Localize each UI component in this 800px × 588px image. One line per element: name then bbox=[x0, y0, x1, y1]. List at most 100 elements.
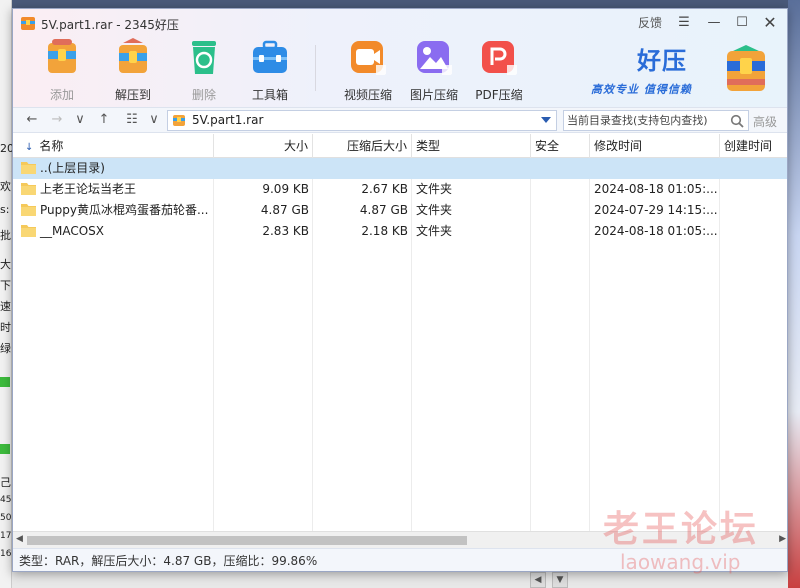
background-text: 50 bbox=[0, 513, 12, 523]
background-desktop bbox=[788, 0, 800, 588]
background-text: 速 bbox=[0, 300, 11, 313]
up-arrow-icon[interactable]: ↑ bbox=[95, 111, 113, 129]
toolbox-button-label: 工具箱 bbox=[251, 88, 288, 102]
row-packed-size: 2.18 KB bbox=[361, 224, 408, 238]
extract-icon bbox=[119, 38, 147, 73]
toolbox-icon bbox=[253, 40, 287, 73]
delete-button-label: 删除 bbox=[191, 88, 216, 102]
column-header-modified[interactable]: 修改时间 bbox=[590, 134, 720, 158]
row-packed-size: 4.87 GB bbox=[359, 203, 408, 217]
row-type: 文件夹 bbox=[416, 203, 453, 217]
column-header-type[interactable]: 类型 bbox=[412, 134, 531, 158]
row-name-cell: Puppy黄瓜冰棍鸡蛋番茄轮番... bbox=[13, 200, 214, 221]
add-button[interactable]: 添加 bbox=[32, 37, 92, 103]
advanced-search-link[interactable]: 高级 bbox=[753, 113, 777, 130]
search-icon[interactable] bbox=[730, 114, 744, 128]
column-header-created[interactable]: 创建时间 bbox=[720, 134, 787, 158]
background-text: 批 bbox=[0, 229, 11, 242]
background-progress-bar bbox=[0, 377, 10, 387]
scrollbar-thumb[interactable] bbox=[27, 536, 467, 545]
video-compress-button[interactable]: 视频压缩 bbox=[338, 37, 398, 103]
brand-slogan: 高效专业 值得信赖 bbox=[591, 83, 692, 96]
menu-icon[interactable]: ☰ bbox=[673, 13, 695, 33]
scroll-left-icon[interactable]: ◀ bbox=[16, 534, 23, 544]
table-row-parent-dir[interactable]: ..(上层目录) bbox=[13, 158, 787, 179]
address-bar: ← → ∨ ↑ ☷ ∨ 5V.part1.rar 高级 bbox=[13, 107, 787, 133]
view-mode-icon[interactable]: ☷ bbox=[123, 111, 141, 129]
add-button-label: 添加 bbox=[49, 88, 74, 102]
background-progress-bar bbox=[0, 444, 10, 454]
pdf-icon bbox=[482, 41, 517, 75]
row-modified: 2024-08-18 01:05:... bbox=[594, 224, 718, 238]
back-arrow-icon[interactable]: ← bbox=[23, 111, 41, 129]
pdf-compress-button[interactable]: PDF压缩 bbox=[469, 37, 529, 103]
sort-arrow-icon: ↓ bbox=[25, 142, 34, 153]
row-size: 4.87 GB bbox=[260, 203, 309, 217]
chevron-left-icon: ◀ bbox=[530, 572, 546, 588]
image-icon bbox=[417, 41, 452, 75]
toolbar-separator bbox=[315, 45, 316, 91]
row-type: 文件夹 bbox=[416, 182, 453, 196]
column-header-row: ↓ 名称 大小 压缩后大小 类型 安全 修改时间 创建时间 bbox=[13, 134, 787, 158]
search-input[interactable] bbox=[567, 112, 727, 129]
extract-to-button[interactable]: 解压到 bbox=[103, 37, 163, 103]
table-row[interactable]: 上老王论坛当老王 9.09 KB 2.67 KB 文件夹 2024-08-18 … bbox=[13, 179, 787, 200]
row-name-cell: ..(上层目录) bbox=[13, 158, 214, 179]
column-header-name-label: 名称 bbox=[39, 139, 64, 153]
background-text: 17 bbox=[0, 531, 12, 541]
column-header-size[interactable]: 大小 bbox=[214, 134, 313, 158]
background-window-edge: 20 欢 s: 批 大 下 速 时 绿 己 45 50 17 16 bbox=[0, 0, 12, 588]
archive-window: 5V.part1.rar - 2345好压 反馈 ☰ — ☐ ✕ 添加 解压到 … bbox=[12, 8, 788, 572]
brand-name: 好压 bbox=[637, 47, 687, 75]
scroll-right-icon[interactable]: ▶ bbox=[779, 534, 786, 544]
close-icon[interactable]: ✕ bbox=[759, 13, 781, 33]
row-name: __MACOSX bbox=[40, 224, 105, 238]
image-compress-button-label: 图片压缩 bbox=[409, 88, 458, 102]
background-text: s: bbox=[0, 203, 10, 216]
extract-to-button-label: 解压到 bbox=[114, 88, 151, 102]
folder-icon bbox=[21, 225, 36, 237]
title-bar[interactable]: 5V.part1.rar - 2345好压 反馈 ☰ — ☐ ✕ bbox=[13, 9, 787, 37]
row-name-cell: __MACOSX bbox=[13, 221, 214, 242]
background-text: 欢 bbox=[0, 180, 11, 193]
minimize-icon[interactable]: — bbox=[703, 13, 725, 33]
background-text: 大 bbox=[0, 258, 11, 271]
row-packed-size: 2.67 KB bbox=[361, 182, 408, 196]
row-name: 上老王论坛当老王 bbox=[40, 182, 137, 196]
row-size: 2.83 KB bbox=[262, 224, 309, 238]
archive-icon bbox=[173, 115, 185, 126]
background-text: 20 bbox=[0, 142, 12, 155]
background-text: 时 bbox=[0, 321, 11, 334]
row-type: 文件夹 bbox=[416, 224, 453, 238]
image-compress-button[interactable]: 图片压缩 bbox=[404, 37, 464, 103]
video-icon bbox=[351, 41, 386, 75]
forward-arrow-icon[interactable]: → bbox=[48, 111, 66, 129]
maximize-icon[interactable]: ☐ bbox=[731, 13, 753, 33]
table-row[interactable]: Puppy黄瓜冰棍鸡蛋番茄轮番... 4.87 GB 4.87 GB 文件夹 2… bbox=[13, 200, 787, 221]
background-text: 己 bbox=[0, 476, 11, 489]
window-title: 5V.part1.rar - 2345好压 bbox=[41, 18, 179, 32]
path-dropdown-icon[interactable] bbox=[541, 117, 551, 123]
table-row[interactable]: __MACOSX 2.83 KB 2.18 KB 文件夹 2024-08-18 … bbox=[13, 221, 787, 242]
column-header-packed-size[interactable]: 压缩后大小 bbox=[313, 134, 412, 158]
brand-area: 好压 高效专业 值得信赖 bbox=[591, 41, 771, 99]
history-chevron-down-icon[interactable]: ∨ bbox=[71, 111, 89, 129]
background-text: 45 bbox=[0, 495, 12, 505]
video-compress-button-label: 视频压缩 bbox=[343, 88, 392, 102]
file-list: ↓ 名称 大小 压缩后大小 类型 安全 修改时间 创建时间 ..(上层目录) 上老… bbox=[13, 134, 787, 531]
column-header-name[interactable]: ↓ 名称 bbox=[13, 134, 214, 158]
feedback-button[interactable]: 反馈 bbox=[635, 13, 665, 33]
row-name: ..(上层目录) bbox=[40, 161, 105, 175]
toolbox-button[interactable]: 工具箱 bbox=[240, 37, 300, 103]
folder-icon bbox=[21, 183, 36, 195]
folder-icon bbox=[21, 162, 36, 174]
path-field[interactable]: 5V.part1.rar bbox=[167, 110, 557, 131]
background-text: 绿 bbox=[0, 342, 11, 355]
row-name: Puppy黄瓜冰棍鸡蛋番茄轮番... bbox=[40, 203, 209, 217]
column-header-security[interactable]: 安全 bbox=[531, 134, 590, 158]
view-mode-chevron-down-icon[interactable]: ∨ bbox=[145, 111, 163, 129]
add-archive-icon bbox=[48, 39, 76, 73]
folder-icon bbox=[21, 204, 36, 216]
background-scrollbar: ◀ ▼ bbox=[12, 572, 788, 588]
delete-button[interactable]: 删除 bbox=[174, 37, 234, 103]
